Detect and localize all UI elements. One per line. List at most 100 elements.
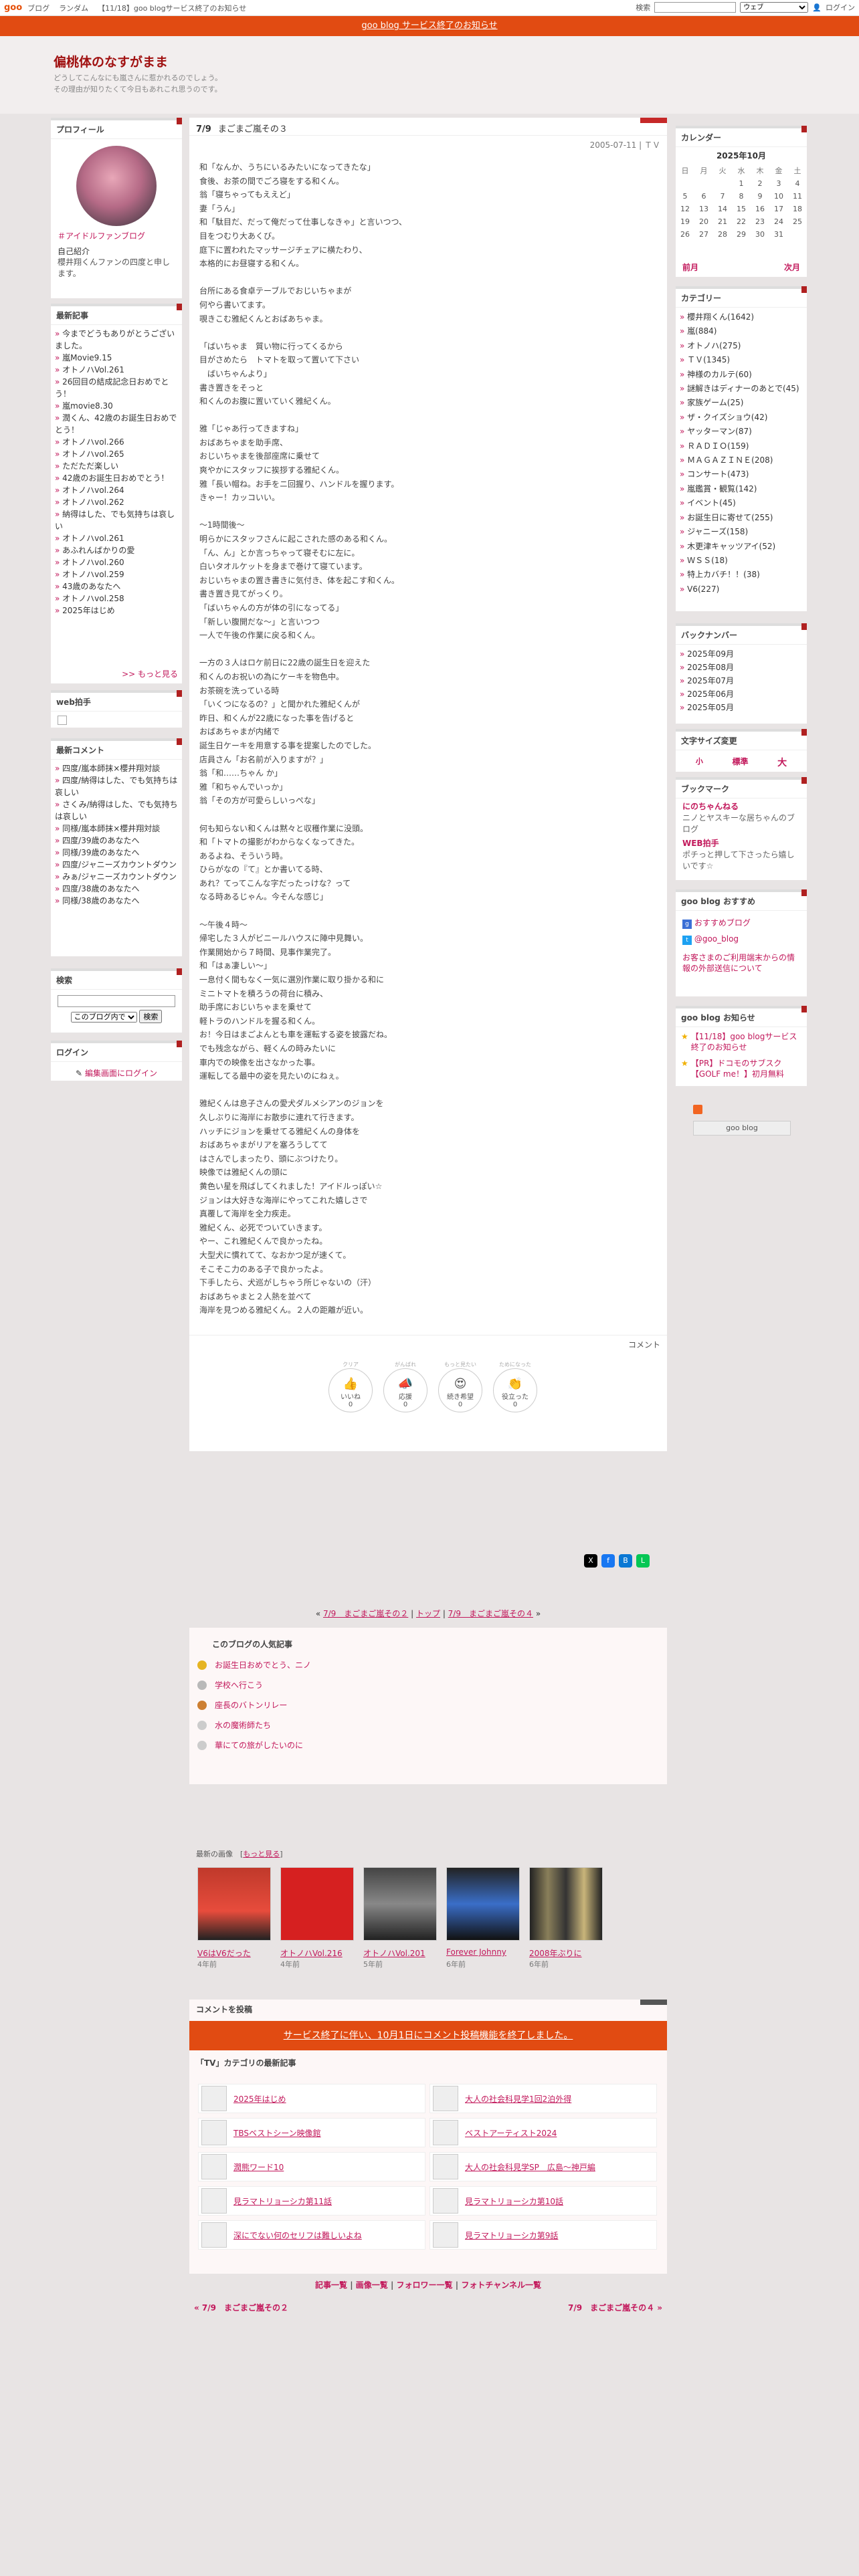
recent-entry-item[interactable]: あふれんばかりの愛 [55, 544, 178, 556]
category-latest-item[interactable]: 見ラマトリョーシカ第10話 [430, 2186, 657, 2216]
recent-entry-item[interactable]: オトノハvol.265 [55, 448, 178, 460]
recent-comment-item[interactable]: 四度/嵐本師抹×櫻井翔対談 [55, 762, 178, 774]
category-item[interactable]: 謎解きはディナーのあとで(45) [680, 382, 803, 396]
recommend-blog-link[interactable]: おすすめブログ [694, 918, 751, 928]
calendar-day[interactable]: 12 [676, 203, 694, 215]
calendar-day[interactable]: 29 [732, 228, 751, 241]
recent-comment-item[interactable]: 同様/嵐本師抹×櫻井翔対談 [55, 823, 178, 835]
line-share-icon[interactable]: L [636, 1554, 650, 1568]
bookmark-nino[interactable]: にのちゃんねる [682, 801, 800, 813]
category-latest-item[interactable]: ベストアーティスト2024 [430, 2118, 657, 2147]
recent-entry-item[interactable]: 嵐movie8.30 [55, 400, 178, 412]
edit-login-link[interactable]: 編集画面にログイン [85, 1069, 157, 1078]
popular-item-link[interactable]: 座長のバトンリレー [215, 1701, 287, 1710]
category-latest-item[interactable]: 大人の社会科見学SP 広島～神戸編 [430, 2152, 657, 2181]
x-share-icon[interactable]: X [584, 1554, 597, 1568]
latest-image-label[interactable]: V6はV6だった [197, 1947, 280, 1959]
notice-golf-pr[interactable]: 【PR】ドコモのサブスク【GOLF me！】初月無料 [691, 1058, 801, 1079]
recent-entry-item[interactable]: オトノハvol.259 [55, 568, 178, 580]
footer-entry-list[interactable]: 記事一覧 [315, 2280, 347, 2290]
calendar-day[interactable]: 18 [788, 203, 807, 215]
next-entry-link[interactable]: 7/9 まごまご嵐その４ [448, 1609, 533, 1618]
prev-entry-link[interactable]: 7/9 まごまご嵐その２ [323, 1609, 408, 1618]
external-transmission-link[interactable]: お客さまのご利用端末からの情報の外部送信について [682, 952, 800, 974]
footer-follower-list[interactable]: フォロワー一覧 [397, 2280, 453, 2290]
reaction-button[interactable]: ためになった 👏 役立った 0 [493, 1362, 537, 1412]
backnumber-item[interactable]: 2025年06月 [680, 687, 803, 701]
popular-item[interactable]: 華にての旅がしたいのに [197, 1735, 667, 1755]
category-item[interactable]: 神様のカルテ(60) [680, 368, 803, 382]
service-end-notice-bar[interactable]: goo blog サービス終了のお知らせ [0, 16, 859, 36]
topbar-search-input[interactable] [654, 2, 737, 13]
category-latest-link[interactable]: 見ラマトリョーシカ第10話 [465, 2195, 563, 2207]
latest-image-thumb[interactable] [280, 1867, 354, 1941]
calendar-day[interactable]: 24 [769, 215, 788, 228]
popular-item[interactable]: 水の魔術師たち [197, 1715, 667, 1735]
category-latest-item[interactable]: 2025年はじめ [198, 2084, 425, 2113]
topbar-link-notice[interactable]: 【11/18】goo blogサービス終了のお知らせ [98, 3, 246, 13]
recent-entry-item[interactable]: 42歳のお誕生日おめでとう！ [55, 472, 178, 484]
recent-comment-item[interactable]: 四度/39歳のあなたへ [55, 835, 178, 847]
category-latest-item[interactable]: 深にでない何のセリフは難しいよね [198, 2220, 425, 2250]
category-item[interactable]: 家族ゲーム(25) [680, 396, 803, 410]
category-item[interactable]: ＷＳＳ(18) [680, 554, 803, 568]
footer-image-list[interactable]: 画像一覧 [356, 2280, 388, 2290]
recent-entry-item[interactable]: 2025年はじめ [55, 605, 178, 617]
recent-entry-item[interactable]: オトノハvol.260 [55, 556, 178, 568]
popular-item-link[interactable]: お誕生日おめでとう、ニノ [215, 1660, 311, 1670]
latest-image-thumb[interactable] [446, 1867, 520, 1941]
category-latest-link[interactable]: 見ラマトリョーシカ第9話 [465, 2230, 558, 2241]
calendar-day[interactable]: 9 [751, 190, 769, 203]
blog-search-input[interactable] [58, 995, 175, 1007]
category-item[interactable]: 嵐鑑賞・観覧(142) [680, 482, 803, 496]
calendar-day[interactable]: 31 [769, 228, 788, 241]
font-small[interactable]: 小 [696, 756, 703, 769]
backnumber-item[interactable]: 2025年08月 [680, 661, 803, 674]
calendar-day[interactable]: 14 [713, 203, 732, 215]
category-item[interactable]: 木更津キャッツアイ(52) [680, 540, 803, 554]
recent-comment-item[interactable]: さくみ/納得はした、でも気持ちは哀しい [55, 798, 178, 823]
profile-avatar[interactable] [76, 146, 157, 226]
search-scope-select[interactable]: このブログ内で [70, 1012, 137, 1023]
recent-more-link[interactable]: >> もっと見る [122, 668, 178, 679]
recent-entry-item[interactable]: 43歳のあなたへ [55, 580, 178, 593]
calendar-day[interactable]: 13 [694, 203, 713, 215]
footer-prev-link[interactable]: « 7/9 まごまご嵐その２ [194, 2302, 288, 2313]
category-item[interactable]: 櫻井翔くん(1642) [680, 310, 803, 324]
calendar-day[interactable]: 19 [676, 215, 694, 228]
reaction-button[interactable]: もっと見たい 😍 続き希望 0 [438, 1362, 482, 1412]
recent-comment-item[interactable]: 同様/38歳のあなたへ [55, 895, 178, 907]
blog-title[interactable]: 偏桃体のなすがまま [54, 52, 168, 70]
recent-comment-item[interactable]: みぁ/ジャニーズカウントダウン [55, 871, 178, 883]
webclap-image[interactable] [58, 716, 67, 725]
popular-item-link[interactable]: 水の魔術師たち [215, 1721, 271, 1730]
calendar-day[interactable]: 25 [788, 215, 807, 228]
recent-comment-item[interactable]: 四度/納得はした、でも気持ちは哀しい [55, 774, 178, 798]
category-item[interactable]: 嵐(884) [680, 324, 803, 338]
goo-blog-badge[interactable]: goo blog [693, 1121, 791, 1136]
comment-closed-notice[interactable]: サービス終了に伴い、10月1日にコメント投稿機能を終了しました。 [189, 2021, 667, 2050]
recent-comment-item[interactable]: 同様/39歳のあなたへ [55, 847, 178, 859]
category-item[interactable]: イベント(45) [680, 496, 803, 510]
recent-entry-item[interactable]: 納得はした、でも気持ちは哀しい [55, 508, 178, 532]
latest-image-thumb[interactable] [363, 1867, 437, 1941]
recent-entry-item[interactable]: オトノハVol.261 [55, 364, 178, 376]
category-item[interactable]: コンサート(473) [680, 467, 803, 481]
calendar-day[interactable]: 1 [732, 177, 751, 190]
category-latest-link[interactable]: 見ラマトリョーシカ第11話 [233, 2195, 332, 2207]
recent-entry-item[interactable]: ただただ楽しい [55, 460, 178, 472]
latest-image-thumb[interactable] [197, 1867, 271, 1941]
category-latest-link[interactable]: 大人の社会科見学1回2泊外得 [465, 2093, 571, 2105]
calendar-day[interactable]: 15 [732, 203, 751, 215]
category-latest-link[interactable]: 深にでない何のセリフは難しいよね [233, 2230, 362, 2241]
facebook-share-icon[interactable]: f [601, 1554, 615, 1568]
reaction-button[interactable]: がんばれ 📣 応援 0 [383, 1362, 427, 1412]
topbar-search-select[interactable]: ウェブ [740, 2, 809, 13]
font-large[interactable]: 大 [777, 756, 787, 769]
popular-item-link[interactable]: 華にての旅がしたいのに [215, 1741, 303, 1750]
popular-item[interactable]: 学校へ行こう [197, 1675, 667, 1695]
font-standard[interactable]: 標準 [732, 756, 748, 769]
topbar-link-blog[interactable]: ブログ [27, 3, 50, 13]
profile-tag-link[interactable]: ＃アイドルファンブログ [51, 230, 182, 241]
top-link[interactable]: トップ [416, 1609, 440, 1618]
